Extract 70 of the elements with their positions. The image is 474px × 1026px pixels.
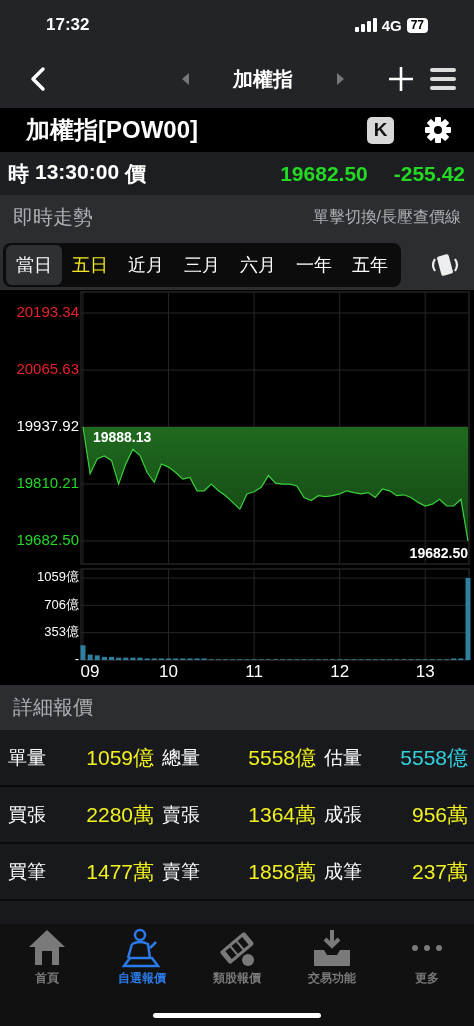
stock-title: 加權指[POW00]	[26, 115, 198, 145]
chart-hint: 單擊切換/長壓查價線	[312, 207, 461, 227]
next-icon[interactable]	[335, 73, 345, 85]
battery-indicator: 77	[406, 17, 428, 33]
stat-label: 賣筆	[162, 859, 201, 884]
stat-value: 1477萬	[85, 858, 155, 885]
stat-label: 成張	[324, 802, 363, 827]
price-annotation: 19888.13	[92, 429, 152, 445]
k-button[interactable]: K	[367, 116, 394, 144]
stat-value: 956萬	[410, 801, 469, 828]
period-tab[interactable]: 一年	[286, 245, 342, 285]
change-value: -255.42	[393, 161, 465, 186]
price-annotation: 19682.50	[409, 545, 468, 562]
stat-label: 成筆	[324, 859, 363, 884]
axis-label: 706億	[44, 596, 79, 612]
tab-bar-item[interactable]: 交易功能	[286, 928, 377, 987]
signal-icon	[354, 18, 377, 32]
period-tab[interactable]: 當日	[6, 245, 62, 285]
stat-label: 估量	[324, 745, 363, 770]
stat-label: 買張	[8, 802, 47, 827]
quote-time: 13:30:00	[35, 159, 120, 185]
axis-label: -	[74, 651, 79, 667]
stat-label: 單量	[8, 745, 47, 770]
price-label: 價	[125, 160, 147, 187]
period-tab[interactable]: 五年	[342, 245, 398, 285]
stat-value: 5558億	[247, 744, 317, 771]
section-title: 即時走勢	[13, 205, 93, 230]
person-icon	[122, 928, 163, 968]
stat-value: 2280萬	[85, 801, 155, 828]
axis-label: 1059億	[37, 569, 79, 585]
nav-title: 加權指	[233, 66, 293, 92]
axis-label: 353億	[44, 624, 79, 640]
menu-icon[interactable]	[430, 67, 456, 91]
axis-label: 11	[245, 662, 263, 682]
axis-label: 09	[80, 662, 100, 682]
axis-label: 19682.50	[16, 530, 79, 548]
plus-icon[interactable]	[388, 66, 414, 92]
period-tab[interactable]: 五日	[62, 245, 118, 285]
back-icon[interactable]	[28, 66, 48, 92]
section-title: 詳細報價	[13, 695, 93, 720]
axis-label: 20193.34	[16, 302, 79, 320]
stat-label: 買筆	[8, 859, 47, 884]
stat-value: 5558億	[399, 744, 469, 771]
axis-label: 20065.63	[16, 359, 79, 377]
previous-icon[interactable]	[181, 73, 191, 85]
tab-bar-item[interactable]: 自選報價	[97, 928, 188, 987]
network-label: 4G	[381, 16, 402, 34]
tab-bar-item[interactable]: 首頁	[2, 928, 93, 987]
stat-value: 1858萬	[247, 858, 317, 885]
axis-label: 19810.21	[16, 473, 79, 491]
price-value: 19682.50	[280, 161, 368, 186]
period-tab[interactable]: 六月	[230, 245, 286, 285]
rotate-icon[interactable]	[430, 253, 460, 277]
tab-bar-item[interactable]: 更多	[381, 928, 472, 987]
inbox-icon	[311, 928, 352, 968]
time-label: 時	[8, 160, 29, 187]
stat-value: 237萬	[410, 858, 469, 885]
stat-value: 1364萬	[247, 801, 317, 828]
period-tab[interactable]: 三月	[174, 245, 230, 285]
axis-label: 10	[159, 662, 178, 682]
tab-bar-item[interactable]: 類股報價	[192, 928, 282, 987]
stat-label: 總量	[162, 745, 201, 770]
stat-value: 1059億	[85, 744, 155, 771]
period-tab[interactable]: 近月	[118, 245, 174, 285]
stat-label: 賣張	[162, 802, 201, 827]
axis-label: 13	[415, 662, 435, 682]
more-icon	[411, 945, 442, 951]
axis-label: 19937.92	[16, 416, 79, 434]
status-time: 17:32	[46, 15, 90, 35]
axis-label: 12	[330, 662, 350, 682]
